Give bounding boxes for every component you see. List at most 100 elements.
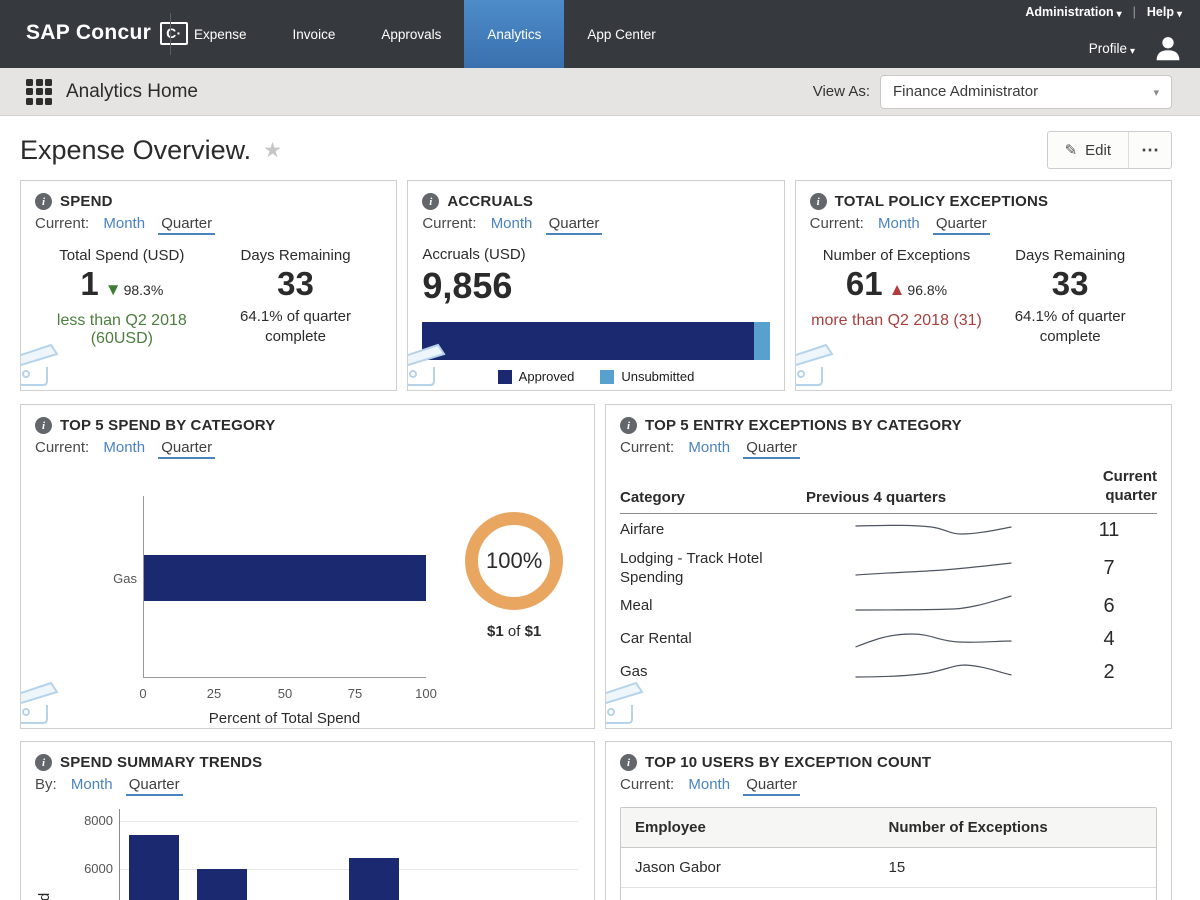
quarter-link[interactable]: Quarter <box>158 215 215 235</box>
metric-label: Total Spend (USD) <box>35 247 209 264</box>
y-axis <box>119 809 120 900</box>
tab-analytics[interactable]: Analytics <box>464 0 564 68</box>
view-as-label: View As: <box>813 83 870 100</box>
wallet-icon <box>407 341 452 391</box>
page-title: Expense Overview. <box>20 135 251 166</box>
quarter-link[interactable]: Quarter <box>933 215 990 235</box>
view-as-dropdown[interactable]: Finance Administrator ▾ <box>880 75 1172 109</box>
trend-bar <box>349 858 399 900</box>
metric-value: 33 <box>209 267 383 302</box>
table-row: Gas 2 <box>620 656 1157 689</box>
table-row: Meal 6 <box>620 590 1157 623</box>
exceptions-table: Category Previous 4 quarters Currentquar… <box>620 468 1157 689</box>
trend-bar <box>129 835 179 900</box>
spend-trend-bar-chart: 8000 6000 Spend <box>35 801 580 900</box>
profile-menu[interactable]: Profile▾ <box>1089 41 1135 56</box>
donut-percent-label: 100% <box>486 548 542 574</box>
chevron-down-icon: ▾ <box>1177 9 1182 20</box>
info-icon[interactable]: i <box>810 193 827 210</box>
sparkline <box>831 593 1036 619</box>
x-tick: 75 <box>335 686 375 701</box>
period-label: Current: <box>810 215 864 232</box>
x-tick: 50 <box>265 686 305 701</box>
period-label: Current: <box>620 776 674 793</box>
table-row: Denise Kramer 9 <box>621 887 1156 900</box>
column-header: Category <box>620 489 806 506</box>
sparkline <box>831 517 1036 543</box>
legend-label: Unsubmitted <box>621 369 694 384</box>
month-link[interactable]: Month <box>71 776 113 793</box>
policy-exceptions-card: i TOTAL POLICY EXCEPTIONS Current: Month… <box>795 180 1172 391</box>
chevron-down-icon: ▾ <box>1130 46 1135 57</box>
edit-button[interactable]: ✎ Edit <box>1048 132 1129 168</box>
table-row: Car Rental 4 <box>620 623 1157 656</box>
quarter-link[interactable]: Quarter <box>546 215 603 235</box>
card-title: SPEND <box>60 193 113 210</box>
quarter-link[interactable]: Quarter <box>743 776 800 796</box>
category-axis-label: Gas <box>91 571 137 586</box>
card-title: SPEND SUMMARY TRENDS <box>60 754 262 771</box>
month-link[interactable]: Month <box>491 215 533 232</box>
month-link[interactable]: Month <box>103 439 145 456</box>
top-nav: Administration▾ | Help▾ SAP Concur C· Ex… <box>0 0 1200 68</box>
y-tick: 6000 <box>71 861 113 876</box>
x-tick: 100 <box>406 686 446 701</box>
month-link[interactable]: Month <box>103 215 145 232</box>
wallet-icon <box>605 679 650 729</box>
accruals-card: i ACCRUALS Current: Month Quarter Accrua… <box>407 180 784 391</box>
card-title: TOP 5 SPEND BY CATEGORY <box>60 417 276 434</box>
period-label: By: <box>35 776 57 793</box>
donut-caption: $1 of $1 <box>448 623 580 640</box>
sap-concur-logo[interactable]: SAP Concur C· <box>26 21 188 45</box>
metric-value: 61 <box>846 265 883 302</box>
card-title: ACCRUALS <box>447 193 533 210</box>
tab-expense[interactable]: Expense <box>171 0 270 68</box>
period-label: Current: <box>620 439 674 456</box>
administration-menu[interactable]: Administration▾ <box>1025 5 1121 19</box>
info-icon[interactable]: i <box>620 754 637 771</box>
info-icon[interactable]: i <box>35 417 52 434</box>
tab-invoice[interactable]: Invoice <box>270 0 359 68</box>
top-users-card: i TOP 10 USERS BY EXCEPTION COUNT Curren… <box>605 741 1172 900</box>
sparkline <box>831 555 1036 581</box>
x-tick: 25 <box>194 686 234 701</box>
user-avatar-icon[interactable] <box>1154 34 1182 62</box>
info-icon[interactable]: i <box>620 417 637 434</box>
help-menu[interactable]: Help▾ <box>1147 5 1182 19</box>
x-axis-title: Percent of Total Spend <box>143 710 426 727</box>
chevron-down-icon: ▾ <box>1153 86 1159 99</box>
accruals-value-label: Accruals (USD) <box>422 246 769 263</box>
card-title: TOP 5 ENTRY EXCEPTIONS BY CATEGORY <box>645 417 962 434</box>
accruals-value: 9,856 <box>422 265 769 307</box>
month-link[interactable]: Month <box>878 215 920 232</box>
spend-card: i SPEND Current: Month Quarter Total Spe… <box>20 180 397 391</box>
period-label: Current: <box>35 215 89 232</box>
trend-bar <box>197 869 247 900</box>
info-icon[interactable]: i <box>422 193 439 210</box>
tab-approvals[interactable]: Approvals <box>358 0 464 68</box>
favorite-star-icon[interactable]: ★ <box>263 138 282 163</box>
period-label: Current: <box>422 215 476 232</box>
quarter-link[interactable]: Quarter <box>158 439 215 459</box>
delta-percent: 96.8% <box>907 282 947 298</box>
month-link[interactable]: Month <box>688 439 730 456</box>
quarter-link[interactable]: Quarter <box>743 439 800 459</box>
info-icon[interactable]: i <box>35 193 52 210</box>
info-icon[interactable]: i <box>35 754 52 771</box>
sparkline <box>831 626 1036 652</box>
month-link[interactable]: Month <box>688 776 730 793</box>
comparison-note: more than Q2 2018 (31) <box>810 312 984 330</box>
apps-grid-icon[interactable] <box>26 79 52 105</box>
card-title: TOP 10 USERS BY EXCEPTION COUNT <box>645 754 931 771</box>
quarter-link[interactable]: Quarter <box>126 776 183 796</box>
accruals-stacked-bar <box>422 322 769 360</box>
table-row: Jason Gabor 15 <box>621 848 1156 887</box>
more-options-button[interactable]: ⋯ <box>1129 132 1171 168</box>
legend-label: Approved <box>519 369 575 384</box>
subheader-title: Analytics Home <box>66 81 198 103</box>
tab-app-center[interactable]: App Center <box>564 0 678 68</box>
wallet-icon <box>20 341 65 391</box>
entry-exceptions-card: i TOP 5 ENTRY EXCEPTIONS BY CATEGORY Cur… <box>605 404 1172 729</box>
y-axis-title: Spend <box>36 893 53 900</box>
spend-trends-card: i SPEND SUMMARY TRENDS By: Month Quarter… <box>20 741 595 900</box>
